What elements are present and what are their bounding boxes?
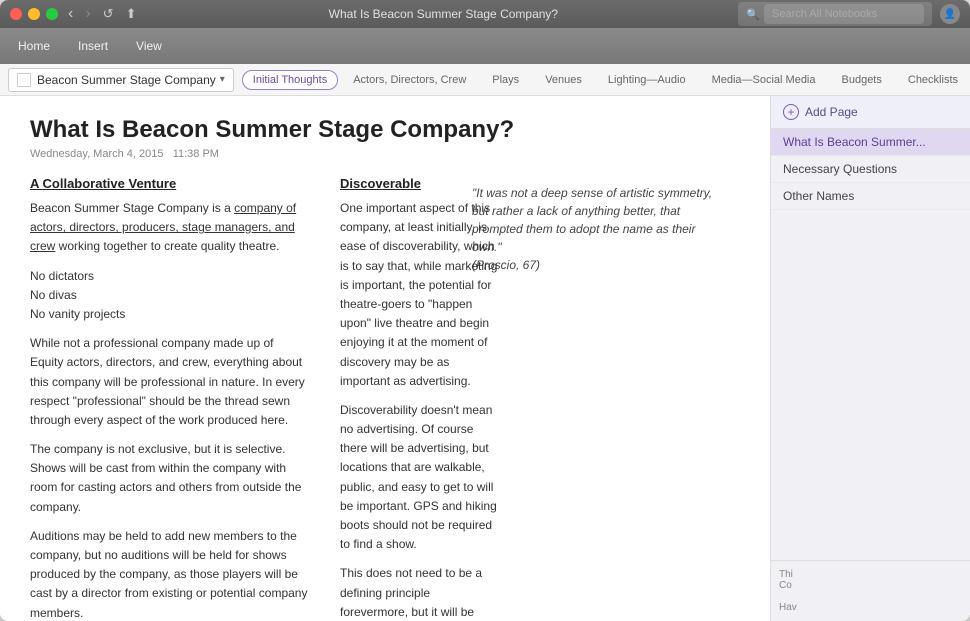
sidebar-pages-list: What Is Beacon Summer... Necessary Quest… — [771, 129, 970, 560]
window-buttons — [10, 8, 58, 20]
main-area: What Is Beacon Summer Stage Company? Wed… — [0, 96, 970, 621]
title-bar-right: 🔍 👤 — [738, 2, 960, 26]
add-page-button[interactable]: + Add Page — [771, 96, 970, 129]
collaborative-para3: While not a professional company made up… — [30, 334, 310, 430]
discoverable-para1: One important aspect of this company, at… — [340, 199, 500, 391]
peek-line3: Hav — [779, 602, 962, 613]
search-icon: 🔍 — [746, 8, 760, 21]
collaborative-para5: Auditions may be held to add new members… — [30, 527, 310, 621]
two-column-layout: A Collaborative Venture Beacon Summer St… — [30, 176, 440, 621]
nav-back-icon[interactable]: ‹ — [68, 5, 73, 23]
collaborative-heading: A Collaborative Venture — [30, 176, 310, 191]
quote-block: "It was not a deep sense of artistic sym… — [460, 176, 740, 282]
quote-text: "It was not a deep sense of artistic sym… — [472, 186, 712, 254]
notebook-bar: Beacon Summer Stage Company ▾ Initial Th… — [0, 64, 970, 96]
tab-media[interactable]: Media—Social Media — [701, 70, 827, 90]
maximize-button[interactable] — [46, 8, 58, 20]
page-date: Wednesday, March 4, 2015 11:38 PM — [30, 148, 740, 160]
sidebar-item-what-is[interactable]: What Is Beacon Summer... — [771, 129, 970, 156]
tab-lighting[interactable]: Lighting—Audio — [597, 70, 697, 90]
sidebar-item-necessary[interactable]: Necessary Questions — [771, 156, 970, 183]
title-bar: ‹ › ↺ ⬆ What Is Beacon Summer Stage Comp… — [0, 0, 970, 28]
insert-button[interactable]: Insert — [72, 37, 114, 55]
peek-line2: Co — [779, 580, 962, 591]
toolbar: Home Insert View — [0, 28, 970, 64]
notebook-title[interactable]: Beacon Summer Stage Company ▾ — [8, 68, 234, 92]
discoverable-para3: This does not need to be a defining prin… — [340, 564, 500, 621]
page-title: What Is Beacon Summer Stage Company? — [30, 116, 740, 144]
sidebar-peek: Thi Co Hav — [771, 560, 970, 621]
add-page-label: Add Page — [805, 105, 858, 119]
right-column: Discoverable One important aspect of thi… — [340, 176, 500, 621]
sync-icon[interactable]: ↺ — [103, 6, 114, 22]
user-avatar[interactable]: 👤 — [940, 4, 960, 24]
sidebar-item-other-names[interactable]: Other Names — [771, 183, 970, 210]
minimize-button[interactable] — [28, 8, 40, 20]
notebook-caret-icon: ▾ — [220, 74, 225, 85]
window-title: What Is Beacon Summer Stage Company? — [148, 7, 738, 21]
add-page-icon: + — [783, 104, 799, 120]
tab-initial-thoughts[interactable]: Initial Thoughts — [242, 70, 338, 90]
collaborative-para2: No dictatorsNo divasNo vanity projects — [30, 267, 310, 325]
page-content[interactable]: What Is Beacon Summer Stage Company? Wed… — [0, 96, 770, 621]
tab-venues[interactable]: Venues — [534, 70, 593, 90]
tab-plays[interactable]: Plays — [481, 70, 530, 90]
close-button[interactable] — [10, 8, 22, 20]
view-button[interactable]: View — [130, 37, 168, 55]
collaborative-para4: The company is not exclusive, but it is … — [30, 440, 310, 517]
tabs-bar: Initial Thoughts Actors, Directors, Crew… — [242, 69, 962, 91]
left-column: A Collaborative Venture Beacon Summer St… — [30, 176, 310, 621]
search-input[interactable] — [764, 4, 924, 24]
nav-forward-icon: › — [85, 5, 90, 23]
tab-budgets[interactable]: Budgets — [831, 70, 893, 90]
share-icon[interactable]: ⬆ — [126, 6, 137, 22]
peek-line1: Thi — [779, 569, 962, 580]
discoverable-para2: Discoverability doesn't mean no advertis… — [340, 401, 500, 555]
discoverable-heading: Discoverable — [340, 176, 500, 191]
tab-checklists[interactable]: Checklists — [897, 70, 962, 90]
tab-actors[interactable]: Actors, Directors, Crew — [342, 70, 477, 90]
sidebar: + Add Page What Is Beacon Summer... Nece… — [770, 96, 970, 621]
app-window: ‹ › ↺ ⬆ What Is Beacon Summer Stage Comp… — [0, 0, 970, 621]
home-button[interactable]: Home — [12, 37, 56, 55]
collaborative-para1: Beacon Summer Stage Company is a company… — [30, 199, 310, 257]
